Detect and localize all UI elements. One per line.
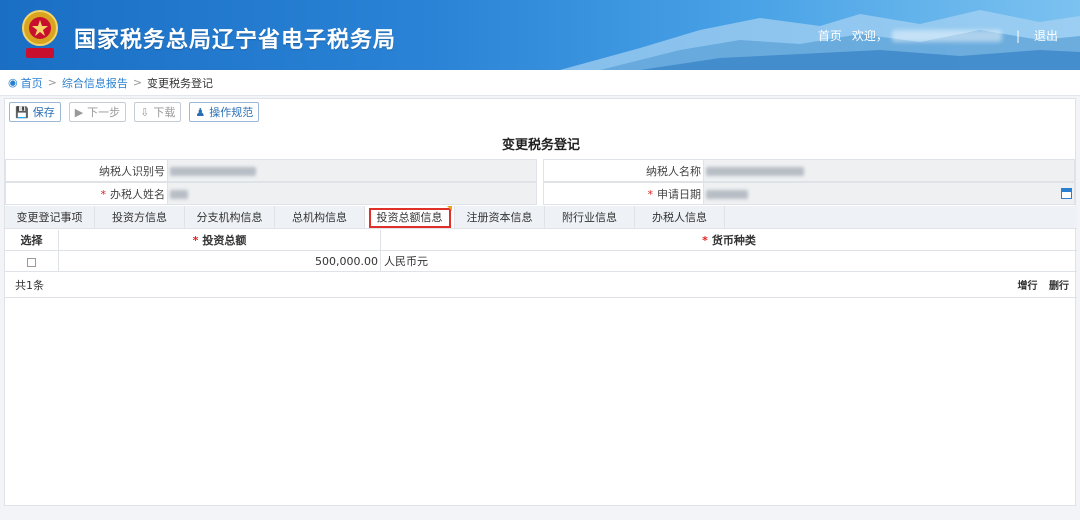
next-step-button[interactable]: ▶ 下一步 [68, 102, 127, 122]
taxpayer-id-label: 纳税人识别号 [5, 159, 167, 182]
calendar-icon[interactable] [1061, 188, 1072, 199]
site-header: 国家税务总局辽宁省电子税务局 首页 欢迎， | 退出 [0, 0, 1080, 70]
nav-welcome: 欢迎， [851, 29, 888, 43]
breadcrumb-home[interactable]: 首页 [21, 75, 43, 91]
apply-date-label: * 申请日期 [543, 182, 703, 205]
nav-separator: | [1015, 28, 1020, 43]
amount-cell[interactable]: 500,000.00 [59, 251, 381, 271]
main-panel: 💾 保存 ▶ 下一步 ⇩ 下载 ♟ 操作规范 变更税务登记 纳税人识别号 纳税人… [4, 98, 1077, 506]
breadcrumb-separator: > [47, 76, 57, 89]
save-icon: 💾 [15, 105, 29, 119]
tax-emblem-icon [22, 10, 58, 58]
guide-button-label: 操作规范 [209, 106, 254, 119]
location-pin-icon: ◉ [8, 76, 18, 89]
download-button-label: 下载 [153, 106, 176, 119]
tab-branch-info[interactable]: 分支机构信息 [185, 206, 275, 228]
info-row: * 办税人姓名 * 申请日期 [5, 182, 1077, 205]
next-step-button-label: 下一步 [87, 106, 121, 119]
handler-name-field[interactable] [167, 182, 537, 205]
form-title: 变更税务登记 [501, 138, 580, 153]
tab-tax-handler-info[interactable]: 办税人信息 [635, 206, 725, 228]
toolbar: 💾 保存 ▶ 下一步 ⇩ 下载 ♟ 操作规范 [9, 102, 260, 122]
taxpayer-name-field[interactable] [703, 159, 1075, 182]
site-title: 国家税务总局辽宁省电子税务局 [74, 28, 397, 53]
grid-header-row: 选择 * 投资总额 * 货币种类 [5, 230, 1077, 251]
user-name-redacted [891, 29, 1002, 42]
info-row: 纳税人识别号 纳税人名称 [5, 159, 1077, 182]
taxpayer-name-label: 纳税人名称 [543, 159, 703, 182]
tab-change-items[interactable]: 变更登记事项 [5, 206, 95, 228]
handler-name-label: * 办税人姓名 [5, 182, 167, 205]
save-button-label: 保存 [32, 106, 55, 119]
apply-date-field[interactable] [703, 182, 1075, 205]
breadcrumb: ◉ 首页 > 综合信息报告 > 变更税务登记 [0, 70, 1080, 96]
add-row-button[interactable]: 增行 [1018, 281, 1038, 292]
row-count: 共1条 [15, 278, 44, 292]
download-button[interactable]: ⇩ 下载 [134, 102, 182, 122]
download-icon: ⇩ [140, 105, 150, 119]
nav-home-link[interactable]: 首页 [818, 27, 842, 44]
tab-registered-capital-info[interactable]: 注册资本信息 [455, 206, 545, 228]
tab-additional-industry-info[interactable]: 附行业信息 [545, 206, 635, 228]
row-select-cell [5, 251, 59, 271]
tab-corner-marker [447, 206, 452, 211]
tab-total-investment-info[interactable]: 投资总额信息 [365, 206, 455, 228]
nav-logout-link[interactable]: 退出 [1034, 27, 1058, 44]
tab-head-office-info[interactable]: 总机构信息 [275, 206, 365, 228]
col-currency-header: * 货币种类 [702, 234, 756, 247]
play-icon: ▶ [74, 105, 84, 119]
users-icon: ♟ [195, 105, 206, 119]
breadcrumb-separator: > [132, 76, 143, 89]
investment-grid: 选择 * 投资总额 * 货币种类 500,000.00 人民币元 共1条 增行 删行 [5, 230, 1077, 298]
guide-button[interactable]: ♟ 操作规范 [189, 102, 260, 122]
grid-actions: 增行 删行 [1010, 277, 1070, 292]
taxpayer-info-table: 纳税人识别号 纳税人名称 * 办税人姓名 * 申请日期 [5, 159, 1077, 205]
currency-cell[interactable]: 人民币元 [381, 251, 1077, 271]
col-select-header: 选择 [5, 230, 59, 250]
tab-investor-info[interactable]: 投资方信息 [95, 206, 185, 228]
breadcrumb-section[interactable]: 综合信息报告 [62, 75, 128, 91]
breadcrumb-current: 变更税务登记 [147, 76, 214, 90]
table-row[interactable]: 500,000.00 人民币元 [5, 251, 1077, 272]
row-checkbox[interactable] [27, 257, 36, 267]
top-nav: 首页 欢迎， | 退出 [818, 27, 1058, 44]
col-amount-header: * 投资总额 [59, 230, 381, 250]
save-button[interactable]: 💾 保存 [9, 102, 61, 122]
tab-bar: 变更登记事项 投资方信息 分支机构信息 总机构信息 投资总额信息 注册资本信息 … [5, 206, 1077, 229]
grid-footer: 共1条 增行 删行 [5, 272, 1077, 298]
delete-row-button[interactable]: 删行 [1049, 281, 1069, 292]
taxpayer-id-field[interactable] [167, 159, 537, 182]
